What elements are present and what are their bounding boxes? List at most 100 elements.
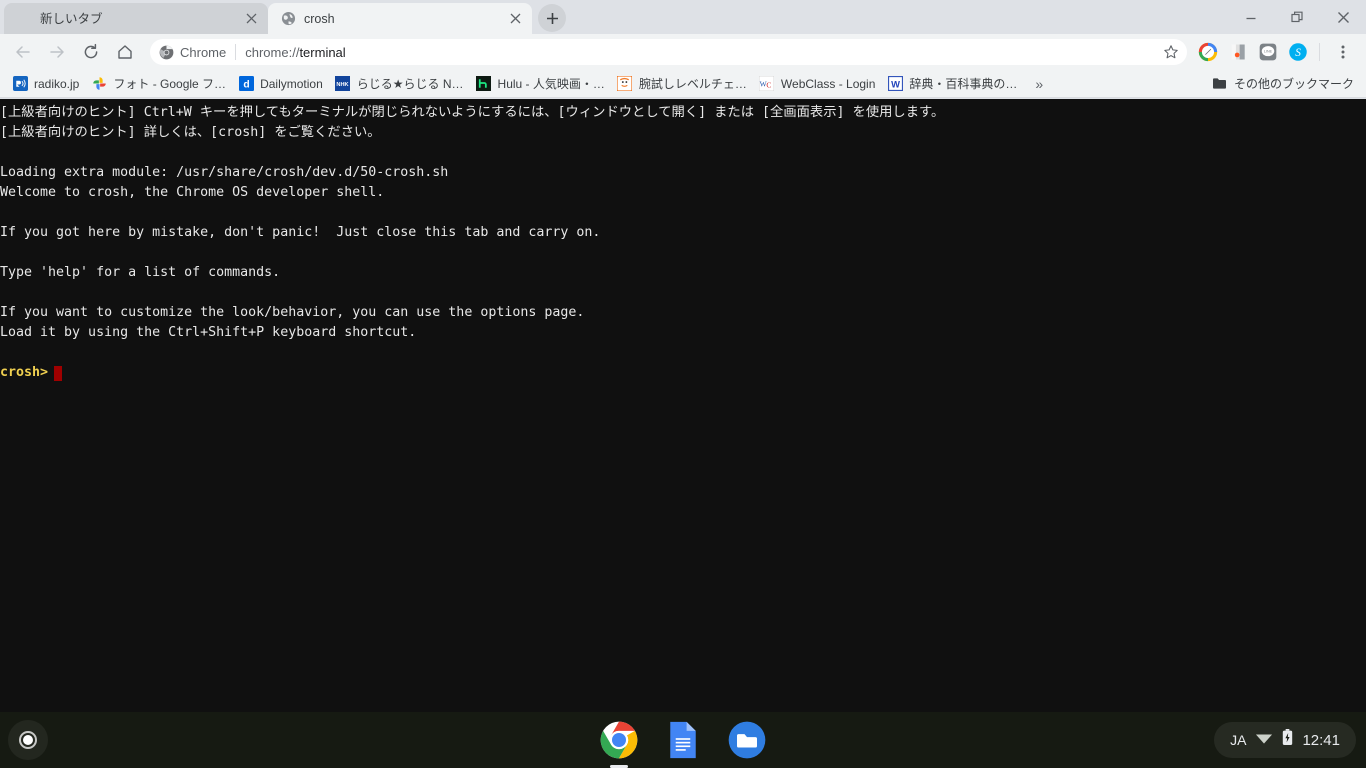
battery-icon-glyph <box>1283 729 1293 745</box>
bookmark-label: Hulu - 人気映画・… <box>497 77 605 91</box>
tab-crosh[interactable]: crosh <box>268 3 532 34</box>
tab-new-tab[interactable]: 新しいタブ <box>4 3 268 34</box>
launcher-button[interactable] <box>8 720 48 760</box>
home-icon <box>118 45 132 59</box>
terminal-prompt-line[interactable]: crosh> <box>0 363 1366 383</box>
close-button[interactable] <box>1320 0 1366 34</box>
bookmark-webclass[interactable]: W C WebClass - Login <box>753 73 882 95</box>
extension-icon-line[interactable]: LINE <box>1255 39 1281 65</box>
bookmarks-bar: radiko.jp フォト - Google フ… d Dailymotion … <box>0 70 1366 98</box>
minimize-button[interactable] <box>1228 0 1274 34</box>
kebab-menu-icon <box>1341 45 1345 59</box>
globe-icon <box>280 11 296 27</box>
svg-text:S: S <box>1295 47 1301 59</box>
panel-icon <box>1231 44 1245 60</box>
close-icon[interactable] <box>242 10 260 28</box>
hulu-icon-glyph <box>476 76 492 91</box>
bookmark-hulu[interactable]: Hulu - 人気映画・… <box>470 73 611 95</box>
svg-text:W: W <box>891 79 900 89</box>
crosh-terminal[interactable]: [上級者向けのヒント] Ctrl+W キーを押してもターミナルが閉じられないよう… <box>0 99 1366 712</box>
bookmark-label: Dailymotion <box>260 76 323 91</box>
shelf-app-docs[interactable] <box>662 719 704 761</box>
bookmark-dailymotion[interactable]: d Dailymotion <box>232 73 329 95</box>
bookmark-level-check[interactable]: 腕試しレベルチェ… <box>611 73 753 95</box>
svg-text:NHK: NHK <box>337 82 349 88</box>
chrome-icon <box>600 721 638 759</box>
terminal-line: [上級者向けのヒント] Ctrl+W キーを押してもターミナルが閉じられないよう… <box>0 105 945 120</box>
restore-button[interactable] <box>1274 0 1320 34</box>
tab-title: 新しいタブ <box>40 11 103 26</box>
omnibox-chip-label: Chrome <box>180 44 227 60</box>
status-area[interactable]: JA 12:41 <box>1214 722 1356 758</box>
back-button[interactable] <box>8 37 38 67</box>
dailymotion-icon: d <box>238 76 254 92</box>
other-bookmarks-button[interactable]: その他のブックマーク <box>1206 73 1360 95</box>
close-icon <box>1337 11 1349 23</box>
bookmarks-overflow-button[interactable]: » <box>1027 76 1051 92</box>
files-icon <box>728 721 766 759</box>
omnibox-chrome-chip: Chrome <box>158 44 226 60</box>
shelf-app-list <box>598 719 768 768</box>
hulu-icon <box>476 76 492 92</box>
launcher-icon <box>19 731 37 749</box>
forward-button[interactable] <box>42 37 72 67</box>
bookmark-weblio[interactable]: W 辞典・百科事典の… <box>881 73 1023 95</box>
skype-icon: S <box>1289 43 1307 61</box>
star-icon-glyph <box>1164 45 1178 59</box>
shelf-app-chrome[interactable] <box>598 719 640 768</box>
close-icon[interactable] <box>506 10 524 28</box>
dailymotion-icon-glyph: d <box>238 76 254 91</box>
globe-icon-glyph <box>281 11 295 26</box>
webclass-icon: W C <box>759 76 775 92</box>
radiko-icon-glyph <box>12 76 28 91</box>
extension-icon-skype[interactable]: S <box>1285 39 1311 65</box>
plus-icon <box>546 12 558 24</box>
bookmark-nhk-radiru[interactable]: NHK らじる★らじる N… <box>329 73 470 95</box>
extension-icon-google[interactable] <box>1195 39 1221 65</box>
svg-text:C: C <box>767 80 772 89</box>
shelf-app-files[interactable] <box>726 719 768 761</box>
other-bookmarks-label: その他のブックマーク <box>1233 77 1354 91</box>
terminal-line: If you want to customize the look/behavi… <box>0 305 585 320</box>
shelf: JA 12:41 <box>0 712 1366 768</box>
google-photos-icon-glyph <box>93 77 106 90</box>
bookmark-google-photos[interactable]: フォト - Google フ… <box>85 73 232 95</box>
terminal-line: [上級者向けのヒント] 詳しくは、[crosh] をご覧ください。 <box>0 125 381 140</box>
folder-icon <box>1212 76 1228 92</box>
svg-text:d: d <box>243 79 249 90</box>
folder-icon-glyph <box>1213 78 1227 89</box>
input-method-label: JA <box>1230 732 1247 748</box>
quiz-icon <box>617 76 633 92</box>
reload-button[interactable] <box>76 37 106 67</box>
nhk-icon: NHK <box>335 76 351 92</box>
wifi-icon <box>1255 731 1273 750</box>
clock-label: 12:41 <box>1302 731 1340 749</box>
new-tab-button[interactable] <box>538 4 566 32</box>
webclass-icon-glyph: W C <box>759 76 775 91</box>
omnibox-divider <box>235 44 237 60</box>
google-docs-icon <box>670 721 696 759</box>
extension-icon-panel[interactable] <box>1225 39 1251 65</box>
weblio-icon: W <box>887 76 903 92</box>
bookmark-star-icon[interactable] <box>1159 40 1183 64</box>
battery-icon <box>1282 729 1293 751</box>
bookmark-label: 腕試しレベルチェ… <box>638 77 747 91</box>
url-host: terminal <box>299 44 346 60</box>
bookmark-label: フォト - Google フ… <box>113 77 227 91</box>
bookmark-radiko[interactable]: radiko.jp <box>6 73 85 95</box>
radiko-icon <box>12 76 28 92</box>
home-button[interactable] <box>110 37 140 67</box>
chrome-icon-glyph <box>159 45 173 59</box>
svg-text:LINE: LINE <box>1264 49 1273 53</box>
line-icon: LINE <box>1259 43 1277 61</box>
address-bar[interactable]: Chrome chrome://terminal <box>150 39 1187 65</box>
tab-title: crosh <box>304 11 335 26</box>
wifi-icon-glyph <box>1256 734 1273 743</box>
browser-menu-button[interactable] <box>1328 37 1358 67</box>
terminal-prompt: crosh> <box>0 365 49 380</box>
weblio-icon-glyph: W <box>887 76 903 91</box>
bookmark-label: radiko.jp <box>34 76 80 91</box>
bookmark-label: WebClass - Login <box>780 76 876 91</box>
